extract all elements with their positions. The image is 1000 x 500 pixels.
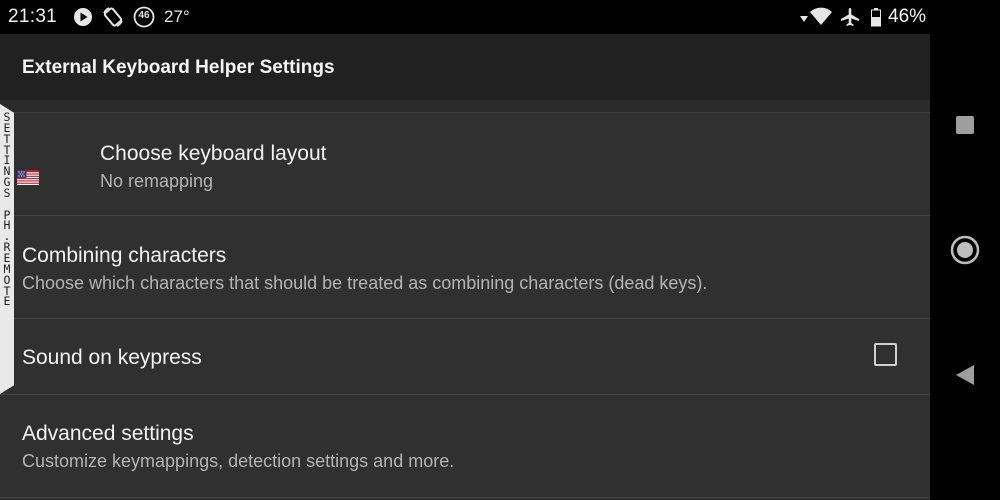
setting-keyboard-layout[interactable]: Choose keyboard layout No remapping [0,114,930,216]
setting-sound-on-keypress[interactable]: Sound on keypress [0,320,930,395]
side-tab-label: S E T T I N G S P H . R E M O T E [3,110,11,309]
wifi-icon [810,7,832,27]
settings-list: Choose keyboard layout No remapping Comb… [0,100,930,500]
status-bar: 21:31 46 27° 46% [0,0,930,34]
badge-46-text: 46 [138,10,150,21]
advanced-settings-subtitle: Customize keymappings, detection setting… [22,451,455,471]
media-play-icon [73,7,93,27]
recents-square-icon[interactable] [930,95,1000,155]
rotation-lock-icon [102,7,124,27]
setting-combining-characters[interactable]: Combining characters Choose which charac… [0,217,930,319]
page-title: External Keyboard Helper Settings [22,57,335,78]
advanced-settings-title: Advanced settings [22,422,194,445]
us-flag-icon [17,170,39,185]
battery-percent: 46% [888,6,927,27]
badge-46-icon: 46 [133,6,155,28]
signal-arrow-icon [800,7,808,27]
back-triangle-icon[interactable] [930,345,1000,405]
keyboard-layout-subtitle: No remapping [100,171,214,191]
setting-advanced[interactable]: Advanced settings Customize keymappings,… [0,396,930,498]
battery-icon [870,7,882,27]
keyboard-layout-title: Choose keyboard layout [100,142,327,165]
sound-on-keypress-checkbox[interactable] [874,343,897,366]
sound-on-keypress-title: Sound on keypress [22,346,202,369]
status-time: 21:31 [8,6,58,27]
app-bar: External Keyboard Helper Settings [0,34,930,100]
navigation-bar [930,0,1000,500]
settings-side-tab[interactable]: S E T T I N G S P H . R E M O T E [0,104,14,394]
combining-characters-subtitle: Choose which characters that should be t… [22,273,708,293]
combining-characters-title: Combining characters [22,244,227,267]
list-top-divider [0,100,930,113]
status-temperature: 27° [164,7,190,26]
home-circle-icon[interactable] [930,220,1000,280]
airplane-icon [840,7,860,27]
